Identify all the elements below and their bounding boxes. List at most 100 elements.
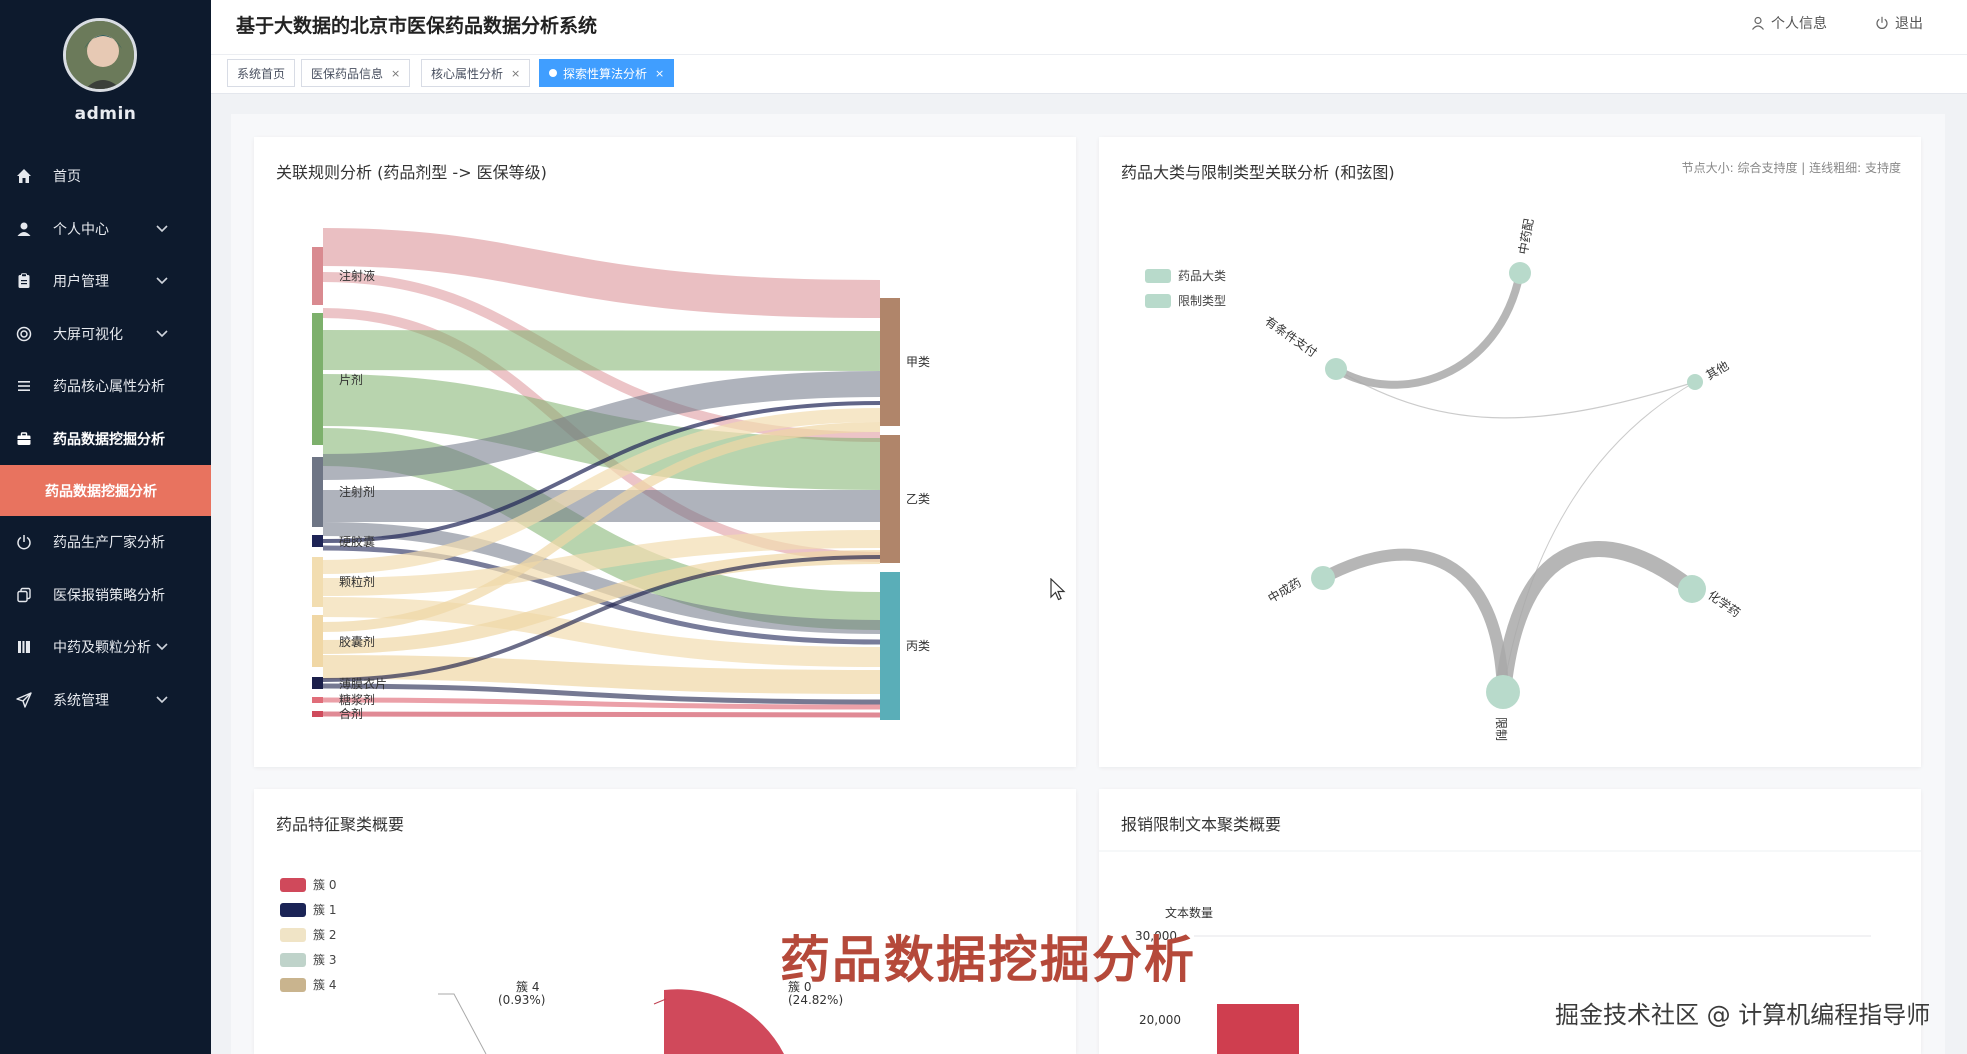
home-icon — [14, 166, 34, 186]
tab-bar: 系统首页 医保药品信息 × 核心属性分析 × 探索性算法分析 × — [211, 54, 1967, 94]
sidebar-item-label: 药品数据挖掘分析 — [45, 483, 157, 500]
user-icon — [14, 219, 34, 239]
tab-label: 系统首页 — [237, 66, 286, 81]
pie-label: 簇 4 — [516, 979, 539, 994]
sidebar-item-user-management[interactable]: 用户管理 — [0, 255, 211, 308]
sankey-label: 丙类 — [906, 639, 930, 653]
sidebar-item-label: 中药及颗粒分析 — [53, 640, 151, 657]
sidebar: admin 首页 个人中心 用户管理 大屏可视化 药品核心属性分析 药品数据挖掘… — [0, 0, 211, 1054]
logout-link[interactable]: 退出 — [1875, 13, 1923, 33]
sankey-node-颗粒剂 — [312, 557, 323, 607]
sankey-label: 注射剂 — [339, 484, 375, 499]
power-icon — [14, 532, 34, 552]
username: admin — [74, 104, 137, 124]
tab-exploratory-algorithm[interactable]: 探索性算法分析 × — [539, 59, 675, 87]
sankey-node-片剂 — [312, 313, 323, 445]
tab-drug-info[interactable]: 医保药品信息 × — [301, 59, 411, 87]
tab-system-home[interactable]: 系统首页 — [227, 59, 296, 87]
active-dot-icon — [549, 69, 557, 77]
user-avatar[interactable] — [63, 18, 137, 92]
sankey-label: 硬胶囊 — [339, 534, 375, 549]
sidebar-item-system-management[interactable]: 系统管理 — [0, 674, 211, 727]
list-icon — [14, 376, 34, 396]
book-icon — [14, 637, 34, 657]
chevron-down-icon — [156, 329, 168, 337]
bar-cluster-0 — [1217, 1004, 1299, 1054]
sidebar-item-personal-center[interactable]: 个人中心 — [0, 203, 211, 256]
chevron-down-icon — [156, 277, 168, 285]
sidebar-item-big-screen[interactable]: 大屏可视化 — [0, 308, 211, 361]
sankey-label: 乙类 — [906, 492, 930, 506]
sankey-node-丙类 — [880, 572, 900, 720]
sidebar-menu: 首页 个人中心 用户管理 大屏可视化 药品核心属性分析 药品数据挖掘分析 药品数… — [0, 150, 211, 726]
sidebar-item-label: 药品生产厂家分析 — [53, 535, 165, 552]
copy-icon — [14, 585, 34, 605]
sidebar-item-label: 系统管理 — [53, 692, 109, 709]
chevron-down-icon — [156, 643, 168, 651]
close-icon[interactable]: × — [511, 67, 520, 80]
sankey-label: 片剂 — [339, 372, 363, 387]
pie-label: (24.82%) — [788, 993, 843, 1007]
tab-label: 核心属性分析 — [431, 66, 504, 81]
sidebar-item-label: 用户管理 — [53, 274, 109, 291]
sidebar-item-label: 药品数据挖掘分析 — [53, 431, 165, 448]
briefcase-icon — [14, 429, 34, 449]
sidebar-item-manufacturer-analysis[interactable]: 药品生产厂家分析 — [0, 516, 211, 569]
profile-link[interactable]: 个人信息 — [1751, 13, 1827, 33]
sidebar-item-data-mining[interactable]: 药品数据挖掘分析 — [0, 413, 211, 466]
chord-node — [1509, 262, 1531, 284]
chord-label: 有条件支付 — [1262, 314, 1319, 360]
pie-label-line — [438, 993, 487, 1054]
mouse-cursor-icon — [1050, 578, 1066, 601]
sankey-node-硬胶囊 — [312, 535, 323, 547]
sankey-label: 注射液 — [339, 268, 375, 283]
close-icon[interactable]: × — [391, 67, 400, 80]
sidebar-item-home[interactable]: 首页 — [0, 150, 211, 203]
sidebar-item-core-attribute-analysis[interactable]: 药品核心属性分析 — [0, 360, 211, 413]
sankey-label: 合剂 — [339, 706, 363, 721]
chord-node — [1687, 374, 1703, 390]
chord-link — [1320, 548, 1509, 693]
logout-label: 退出 — [1895, 16, 1923, 32]
chord-link — [1495, 541, 1697, 693]
chord-label: 中成药 — [1265, 575, 1304, 606]
close-icon[interactable]: × — [655, 67, 664, 80]
sankey-card: 关联规则分析 (药品剂型 -> 医保等级) 注射液 片剂 注射剂 硬胶囊 颗粒剂… — [254, 137, 1076, 767]
credit-watermark: 掘金技术社区 @ 计算机编程指导师 — [1555, 1001, 1931, 1029]
sankey-flow — [322, 228, 881, 318]
chord-card: 药品大类与限制类型关联分析 (和弦图) 节点大小: 综合支持度 | 连线粗细: … — [1099, 137, 1921, 767]
pie-label: (0.93%) — [498, 993, 545, 1007]
sankey-node-注射剂 — [312, 457, 323, 527]
chord-chart[interactable]: 中药配 有条件支付 其他 中成药 化学药 限制 — [1099, 137, 1921, 767]
sankey-node-注射液 — [312, 247, 323, 305]
chord-label: 其他 — [1704, 358, 1732, 382]
chord-node — [1311, 566, 1335, 590]
sidebar-item-label: 个人中心 — [53, 221, 109, 238]
sidebar-item-reimbursement-strategy[interactable]: 医保报销策略分析 — [0, 569, 211, 622]
chevron-down-icon — [156, 695, 168, 703]
sidebar-item-tcm-granule-analysis[interactable]: 中药及颗粒分析 — [0, 621, 211, 674]
sankey-label: 糖浆剂 — [339, 692, 375, 707]
sankey-node-胶囊剂 — [312, 615, 323, 667]
sankey-node-乙类 — [880, 435, 900, 563]
chord-link — [1502, 381, 1696, 693]
clipboard-icon — [14, 271, 34, 291]
axis-name: 文本数量 — [1165, 905, 1213, 920]
chord-label: 化学药 — [1705, 587, 1743, 620]
sankey-flow — [322, 330, 881, 371]
sankey-flow — [322, 711, 881, 718]
profile-label: 个人信息 — [1771, 16, 1827, 32]
sankey-label: 颗粒剂 — [339, 574, 375, 589]
user-outline-icon — [1752, 16, 1764, 30]
y-tick-label: 20,000 — [1139, 1013, 1181, 1027]
sankey-node-薄膜衣片 — [312, 677, 323, 689]
sidebar-subitem-data-mining[interactable]: 药品数据挖掘分析 — [0, 465, 211, 516]
app-title: 基于大数据的北京市医保药品数据分析系统 — [236, 15, 598, 37]
video-caption: 药品数据挖掘分析 — [780, 931, 1196, 989]
sankey-chart[interactable]: 注射液 片剂 注射剂 硬胶囊 颗粒剂 胶囊剂 薄膜衣片 糖浆剂 合剂 甲类 乙类… — [254, 137, 1076, 767]
sidebar-item-label: 大屏可视化 — [53, 326, 123, 343]
sankey-node-甲类 — [880, 298, 900, 426]
tab-core-attribute[interactable]: 核心属性分析 × — [421, 59, 531, 87]
pie-slice-cluster-0 — [664, 989, 784, 1054]
sankey-label: 薄膜衣片 — [339, 676, 387, 691]
